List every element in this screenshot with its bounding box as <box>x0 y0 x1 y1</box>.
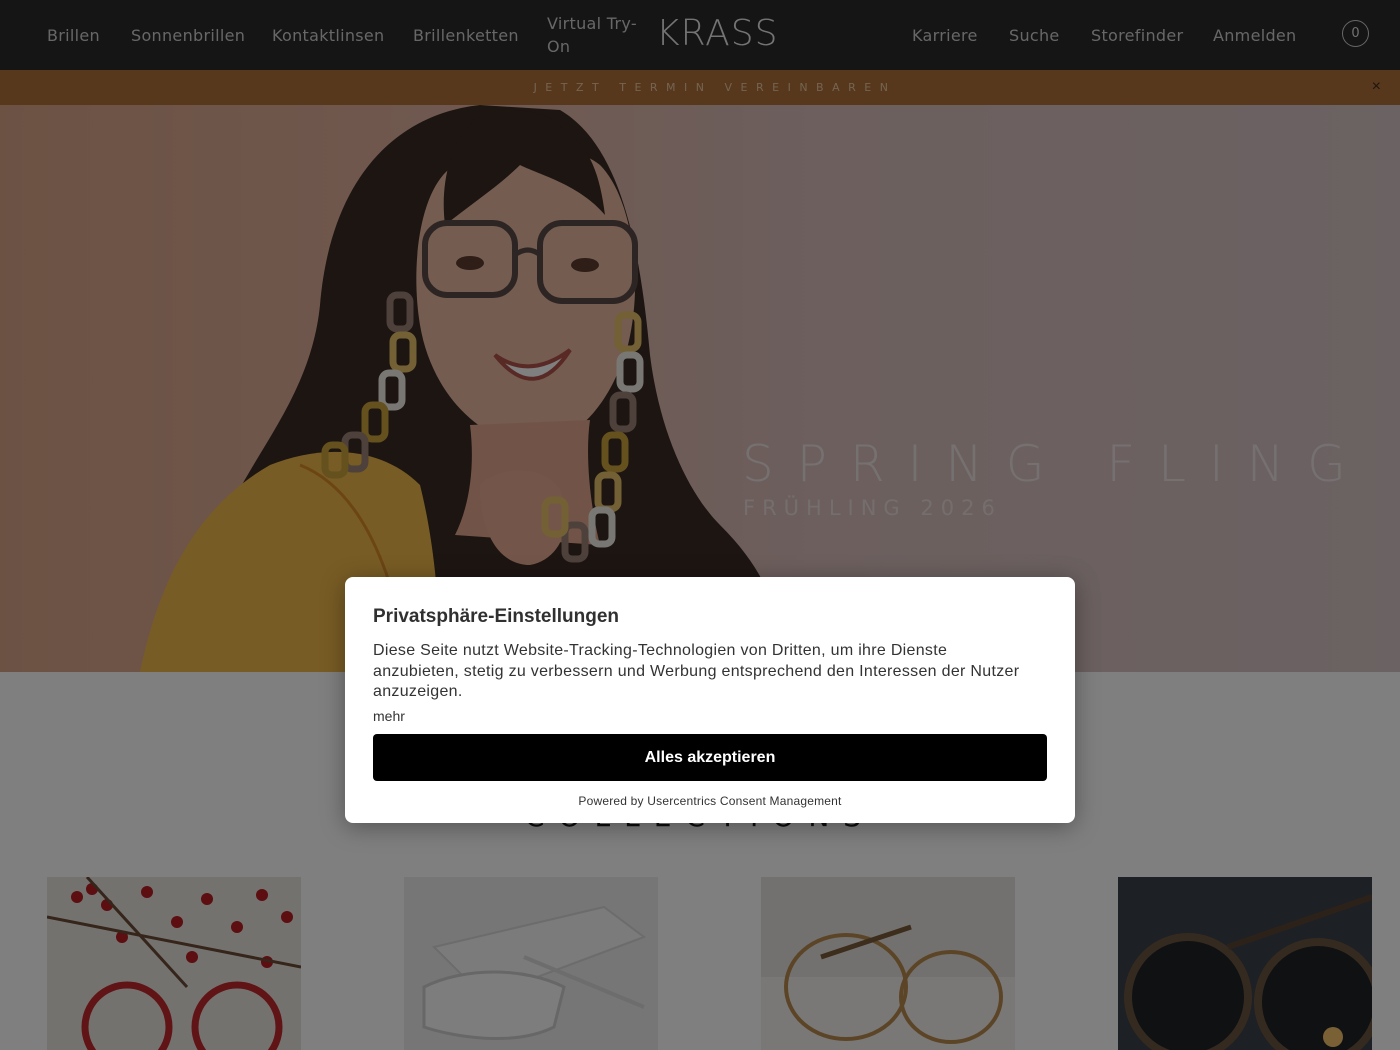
consent-description: Diese Seite nutzt Website-Tracking-Techn… <box>373 642 1020 700</box>
consent-title: Privatsphäre-Einstellungen <box>373 606 620 627</box>
accept-all-button[interactable]: Alles akzeptieren <box>373 734 1047 781</box>
consent-dialog: Privatsphäre-Einstellungen Diese Seite n… <box>345 577 1075 823</box>
more-link[interactable]: mehr <box>373 708 405 724</box>
powered-by-text: Powered by Usercentrics Consent Manageme… <box>578 794 842 808</box>
modal-overlay <box>0 0 1400 1050</box>
